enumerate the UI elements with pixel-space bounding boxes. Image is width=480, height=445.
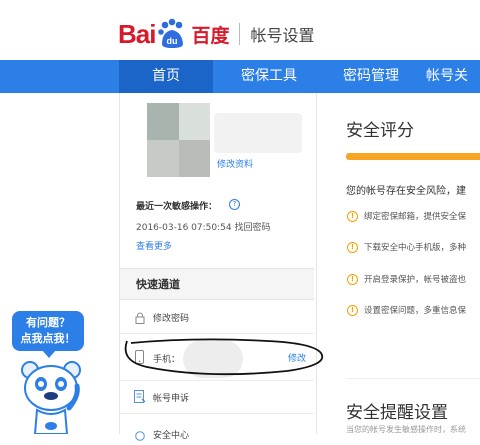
security-score-title: 安全评分 — [346, 121, 414, 141]
suggestion-item[interactable]: ! 设置密保问题，多重信息保 — [347, 304, 466, 316]
security-score-bar — [346, 153, 480, 160]
help-bubble[interactable]: 有问题？ 点我点我！ — [12, 311, 84, 358]
help-icon[interactable]: ? — [229, 199, 240, 210]
logo-separator — [239, 23, 241, 45]
logo-text-cn: 百度 — [191, 24, 230, 47]
bear-mascot-icon[interactable] — [17, 356, 89, 434]
help-bubble-line2: 点我点我！ — [20, 332, 76, 345]
quick-item-appeal[interactable]: 帐号申诉 — [120, 381, 314, 414]
nav-tab-home[interactable]: 首页 — [119, 60, 213, 93]
logo-text-bai: Bai — [118, 18, 156, 49]
quick-item-label: 修改密码 — [153, 314, 190, 324]
nav-tab-security-tools[interactable]: 密保工具 — [222, 60, 316, 93]
quick-item-security-center[interactable]: 安全中心 — [120, 414, 314, 444]
risk-warning-text: 您的帐号存在安全风险，建 — [346, 186, 466, 197]
suggestion-text: 下载安全中心手机版，多种 — [364, 243, 467, 253]
section-divider — [346, 378, 480, 379]
document-icon — [134, 389, 146, 408]
main-nav: 首页 密保工具 密码管理 帐号关 — [0, 60, 480, 93]
page-title: 帐号设置 — [250, 26, 315, 45]
warning-icon: ! — [347, 210, 358, 222]
recent-operation-label: 最近一次敏感操作： — [136, 202, 218, 212]
suggestion-text: 绑定密保邮箱，提供安全保 — [364, 212, 467, 222]
suggestion-item[interactable]: ! 开启登录保护，帐号被盗也 — [347, 273, 466, 285]
view-more-link[interactable]: 查看更多 — [136, 239, 172, 252]
warning-icon: ! — [347, 273, 358, 285]
item-icon — [135, 426, 145, 445]
username-blurred — [214, 113, 302, 153]
hand-drawn-circle — [124, 338, 324, 376]
edit-profile-link[interactable]: 修改资料 — [217, 157, 253, 170]
suggestion-item[interactable]: ! 下载安全中心手机版，多种 — [347, 241, 466, 253]
baidu-logo[interactable]: Bai du 百度 帐号设置 — [118, 14, 315, 54]
warning-icon: ! — [347, 304, 358, 316]
avatar[interactable] — [147, 103, 210, 177]
recent-operation-time: 2016-03-16 07:50:54 找回密码 — [136, 223, 271, 233]
warning-icon: ! — [347, 241, 358, 253]
suggestion-text: 开启登录保护，帐号被盗也 — [364, 275, 467, 285]
nav-tab-account[interactable]: 帐号关 — [426, 60, 480, 93]
quick-item-label: 安全中心 — [153, 431, 190, 441]
help-bubble-line1: 有问题？ — [26, 316, 70, 329]
suggestion-text: 设置密保问题，多重信息保 — [364, 306, 467, 316]
quick-item-label: 帐号申诉 — [153, 394, 190, 404]
logo-text-du: du — [167, 36, 178, 46]
quick-item-change-password[interactable]: 修改密码 — [120, 299, 314, 334]
paw-icon: du — [156, 18, 188, 50]
quick-access-title: 快速通道 — [136, 278, 180, 291]
security-reminder-title: 安全提醒设置 — [346, 403, 448, 423]
nav-tab-password[interactable]: 密码管理 — [324, 60, 418, 93]
security-reminder-subtitle: 当您的帐号发生敏感操作时，系统 — [346, 425, 466, 434]
lock-icon — [135, 309, 145, 328]
suggestion-item[interactable]: ! 绑定密保邮箱，提供安全保 — [347, 210, 466, 222]
